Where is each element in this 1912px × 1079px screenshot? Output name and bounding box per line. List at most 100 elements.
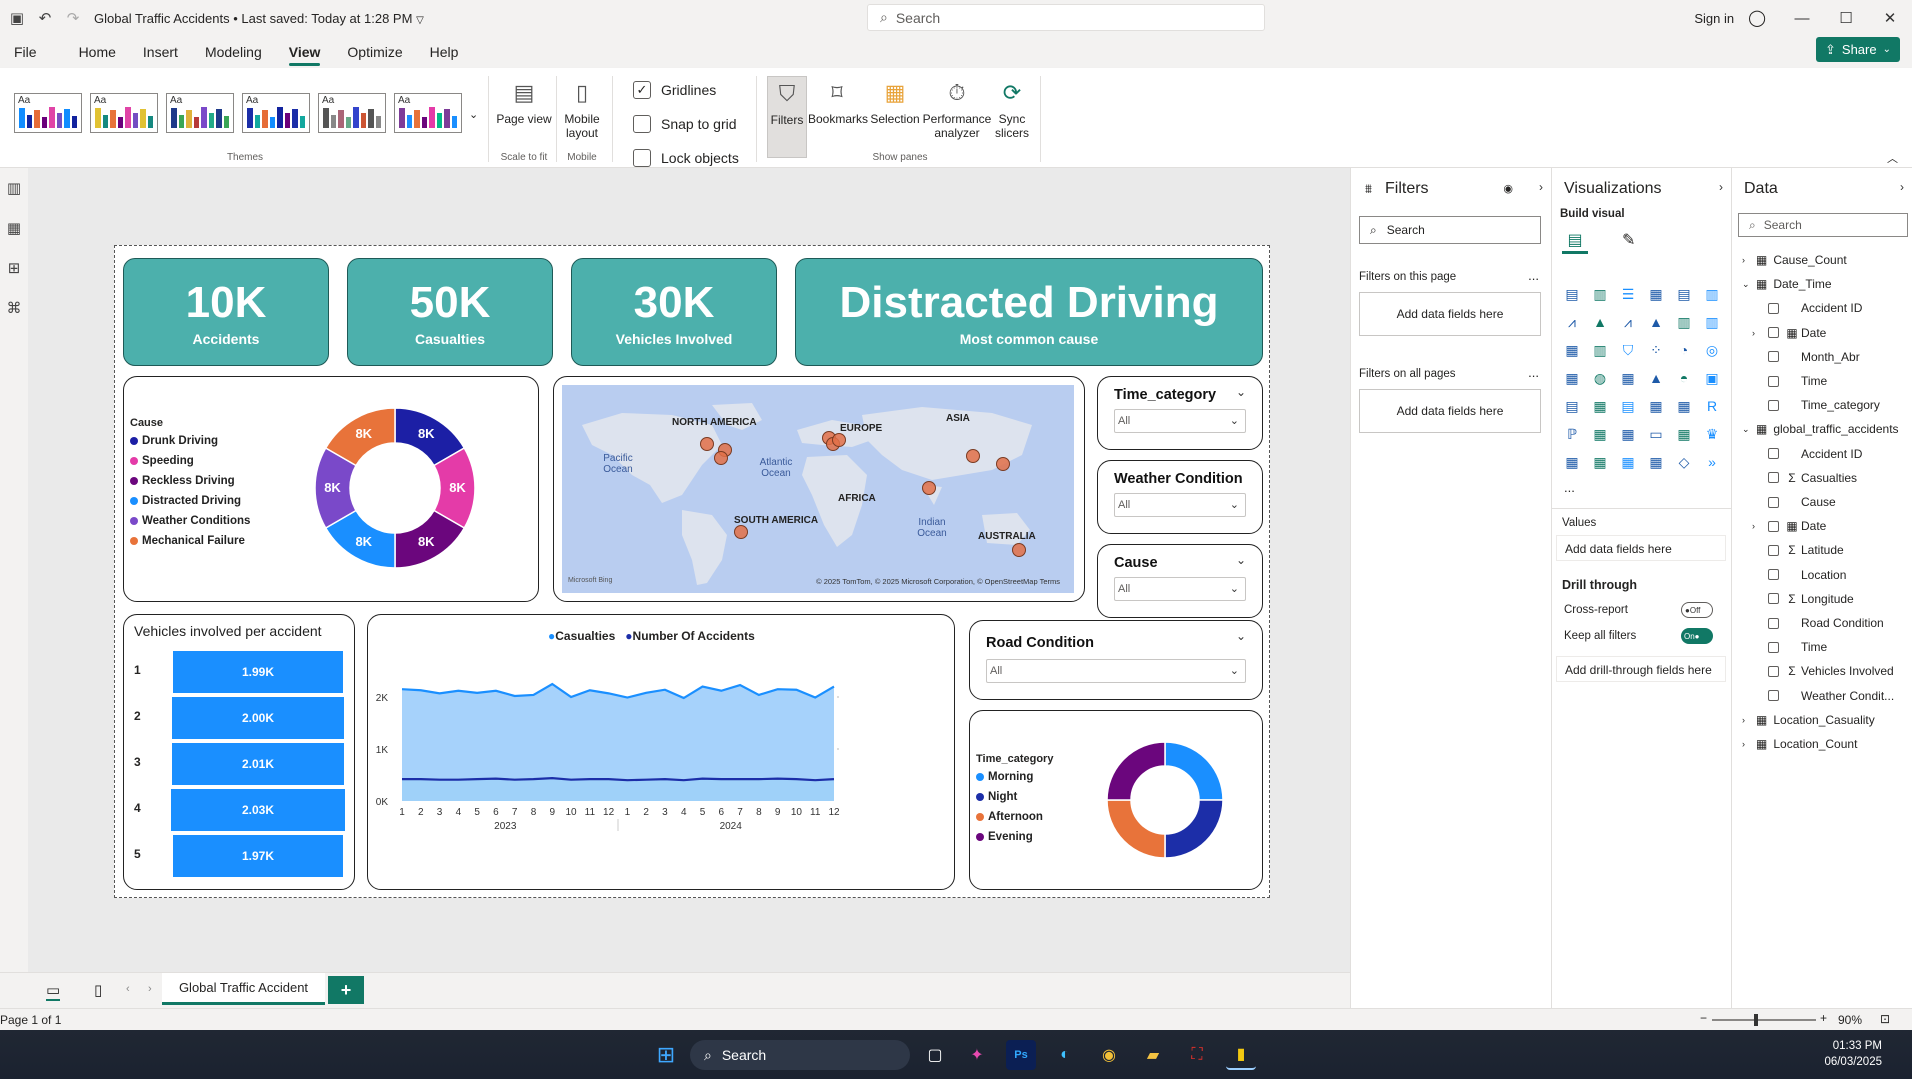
more-options-icon[interactable]: ... bbox=[1528, 268, 1539, 283]
collapse-arrow-icon[interactable]: › bbox=[1539, 180, 1543, 194]
field-checkbox[interactable] bbox=[1768, 448, 1779, 460]
map-accident-bubble[interactable] bbox=[734, 525, 748, 539]
themes-expand-icon[interactable]: ⌄ bbox=[469, 108, 478, 121]
cross-report-toggle[interactable]: ● Off bbox=[1681, 602, 1713, 618]
field-checkbox[interactable] bbox=[1768, 520, 1779, 532]
donut-slice[interactable] bbox=[1106, 741, 1166, 801]
bar[interactable]: 2.00K bbox=[172, 697, 344, 739]
visual-type-icon[interactable]: ▦ bbox=[1558, 336, 1586, 364]
collapse-arrow-icon[interactable]: › bbox=[1900, 180, 1904, 194]
page-tab-global-traffic-accident[interactable]: Global Traffic Accident bbox=[162, 973, 325, 1005]
taskbar-clock[interactable]: 01:33 PM 06/03/2025 bbox=[1824, 1038, 1882, 1070]
field-checkbox[interactable] bbox=[1768, 496, 1779, 508]
visual-type-icon[interactable]: ▦ bbox=[1614, 420, 1642, 448]
field-checkbox[interactable] bbox=[1768, 302, 1779, 314]
zoom-slider[interactable] bbox=[1712, 1014, 1816, 1026]
visual-type-icon[interactable]: ▣ bbox=[1698, 364, 1726, 392]
field-checkbox[interactable] bbox=[1768, 665, 1779, 677]
map-accident-bubble[interactable] bbox=[996, 457, 1010, 471]
visual-type-icon[interactable]: ℙ bbox=[1558, 420, 1586, 448]
visual-type-icon[interactable]: ▦ bbox=[1558, 364, 1586, 392]
menu-optimize[interactable]: Optimize bbox=[347, 38, 402, 66]
data-field[interactable]: Time_category bbox=[1732, 393, 1912, 417]
theme-option[interactable]: Aa bbox=[14, 93, 82, 133]
close-icon[interactable]: ✕ bbox=[1868, 9, 1912, 27]
data-field[interactable]: Σ Casualties bbox=[1732, 466, 1912, 490]
theme-option[interactable]: Aa bbox=[90, 93, 158, 133]
photoshop-icon[interactable]: Ps bbox=[1006, 1040, 1036, 1070]
dax-query-icon[interactable]: ⌘ bbox=[0, 288, 28, 328]
chevron-right-icon[interactable]: › bbox=[1752, 328, 1755, 338]
share-button[interactable]: ⇪ Share ⌄ bbox=[1816, 37, 1900, 62]
legend-item[interactable]: Distracted Driving bbox=[130, 495, 250, 507]
collapse-arrow-icon[interactable]: › bbox=[1719, 180, 1723, 194]
slicer-dropdown[interactable]: All ⌄ bbox=[1114, 409, 1246, 433]
theme-option[interactable]: Aa bbox=[166, 93, 234, 133]
visual-type-icon[interactable]: ◎ bbox=[1698, 336, 1726, 364]
legend-item[interactable]: Mechanical Failure bbox=[130, 535, 250, 547]
visual-type-icon[interactable]: ⛉ bbox=[1614, 336, 1642, 364]
minimize-icon[interactable]: — bbox=[1780, 10, 1824, 27]
kpi-accidents[interactable]: 10K Accidents bbox=[123, 258, 329, 366]
visual-type-icon[interactable]: ▤ bbox=[1558, 392, 1586, 420]
redo-icon[interactable]: ↷ bbox=[62, 7, 84, 29]
accident-map[interactable]: NORTH AMERICA EUROPE ASIA AFRICA SOUTH AMERI… bbox=[553, 376, 1085, 602]
slicer-dropdown[interactable]: All ⌄ bbox=[1114, 493, 1246, 517]
chevron-down-icon[interactable]: ⌄ bbox=[1742, 279, 1756, 290]
format-visual-tab-icon[interactable]: ✎ bbox=[1622, 230, 1635, 250]
fit-page-icon[interactable]: ⊡ bbox=[1880, 1012, 1890, 1026]
data-field[interactable]: › ▦ Date bbox=[1732, 321, 1912, 345]
user-icon[interactable]: ◯ bbox=[1748, 8, 1766, 28]
visual-type-icon[interactable]: ▦ bbox=[1642, 392, 1670, 420]
visual-type-icon[interactable]: ▦ bbox=[1670, 420, 1698, 448]
kpi-vehicles[interactable]: 30K Vehicles Involved bbox=[571, 258, 777, 366]
visual-type-icon[interactable]: ▥ bbox=[1670, 308, 1698, 336]
field-checkbox[interactable] bbox=[1768, 327, 1779, 339]
data-field[interactable]: Time bbox=[1732, 635, 1912, 659]
chevron-right-icon[interactable]: › bbox=[1742, 255, 1756, 265]
data-field[interactable]: Location bbox=[1732, 563, 1912, 587]
chevron-down-icon[interactable]: ⌄ bbox=[1236, 553, 1246, 567]
data-field[interactable]: Σ Longitude bbox=[1732, 587, 1912, 611]
visual-type-icon[interactable]: ♛ bbox=[1698, 420, 1726, 448]
theme-option[interactable]: Aa bbox=[318, 93, 386, 133]
kpi-most-common-cause[interactable]: Distracted Driving Most common cause bbox=[795, 258, 1263, 366]
gridlines-checkbox[interactable]: ✓ Gridlines bbox=[633, 81, 716, 99]
visual-type-icon[interactable]: ▥ bbox=[1586, 336, 1614, 364]
legend-item[interactable]: Night bbox=[976, 791, 1053, 803]
field-checkbox[interactable] bbox=[1768, 472, 1779, 484]
time-category-donut-chart[interactable]: Time_category Morning Night Afternoon Eveni… bbox=[969, 710, 1263, 890]
field-checkbox[interactable] bbox=[1768, 593, 1779, 605]
visual-type-icon[interactable]: ◇ bbox=[1670, 448, 1698, 476]
donut-slice[interactable] bbox=[1106, 799, 1166, 859]
bookmarks-button[interactable]: ⌑ Bookmarks bbox=[808, 78, 868, 127]
zoom-in-icon[interactable]: + bbox=[1820, 1011, 1827, 1025]
donut-slice[interactable] bbox=[1164, 799, 1224, 859]
data-field[interactable]: Σ Latitude bbox=[1732, 538, 1912, 562]
field-checkbox[interactable] bbox=[1768, 569, 1779, 581]
desktop-layout-icon[interactable]: ▭ bbox=[46, 981, 61, 1001]
field-checkbox[interactable] bbox=[1768, 544, 1779, 556]
visual-type-icon[interactable]: ▦ bbox=[1670, 392, 1698, 420]
task-view-icon[interactable]: ▢ bbox=[920, 1040, 950, 1070]
kpi-casualties[interactable]: 50K Casualties bbox=[347, 258, 553, 366]
data-table-node[interactable]: › ▦ Location_Casuality bbox=[1732, 708, 1912, 732]
undo-icon[interactable]: ↶ bbox=[34, 7, 56, 29]
visual-type-icon[interactable]: ▲ bbox=[1586, 308, 1614, 336]
edge-icon[interactable]: ◐ bbox=[1050, 1040, 1080, 1070]
visual-type-icon[interactable]: ▦ bbox=[1586, 392, 1614, 420]
prev-page-icon[interactable]: ‹ bbox=[126, 983, 130, 995]
menu-home[interactable]: Home bbox=[79, 38, 116, 66]
save-icon[interactable]: ▣ bbox=[6, 7, 28, 29]
build-visual-tab-icon[interactable]: ▤ bbox=[1562, 230, 1588, 254]
visual-type-icon[interactable]: » bbox=[1698, 448, 1726, 476]
more-visuals-icon[interactable]: ... bbox=[1564, 480, 1575, 495]
chevron-down-icon[interactable]: ⌄ bbox=[1236, 629, 1246, 643]
visual-type-icon[interactable]: ▲ bbox=[1642, 364, 1670, 392]
data-field[interactable]: Σ Vehicles Involved bbox=[1732, 659, 1912, 683]
bar[interactable]: 1.99K bbox=[172, 651, 344, 693]
title-search-box[interactable]: ⌕ Search bbox=[867, 4, 1265, 31]
mobile-layout-button[interactable]: ▯ Mobile layout bbox=[560, 78, 604, 141]
legend-item[interactable]: Reckless Driving bbox=[130, 475, 250, 487]
visual-type-icon[interactable]: ▦ bbox=[1586, 420, 1614, 448]
